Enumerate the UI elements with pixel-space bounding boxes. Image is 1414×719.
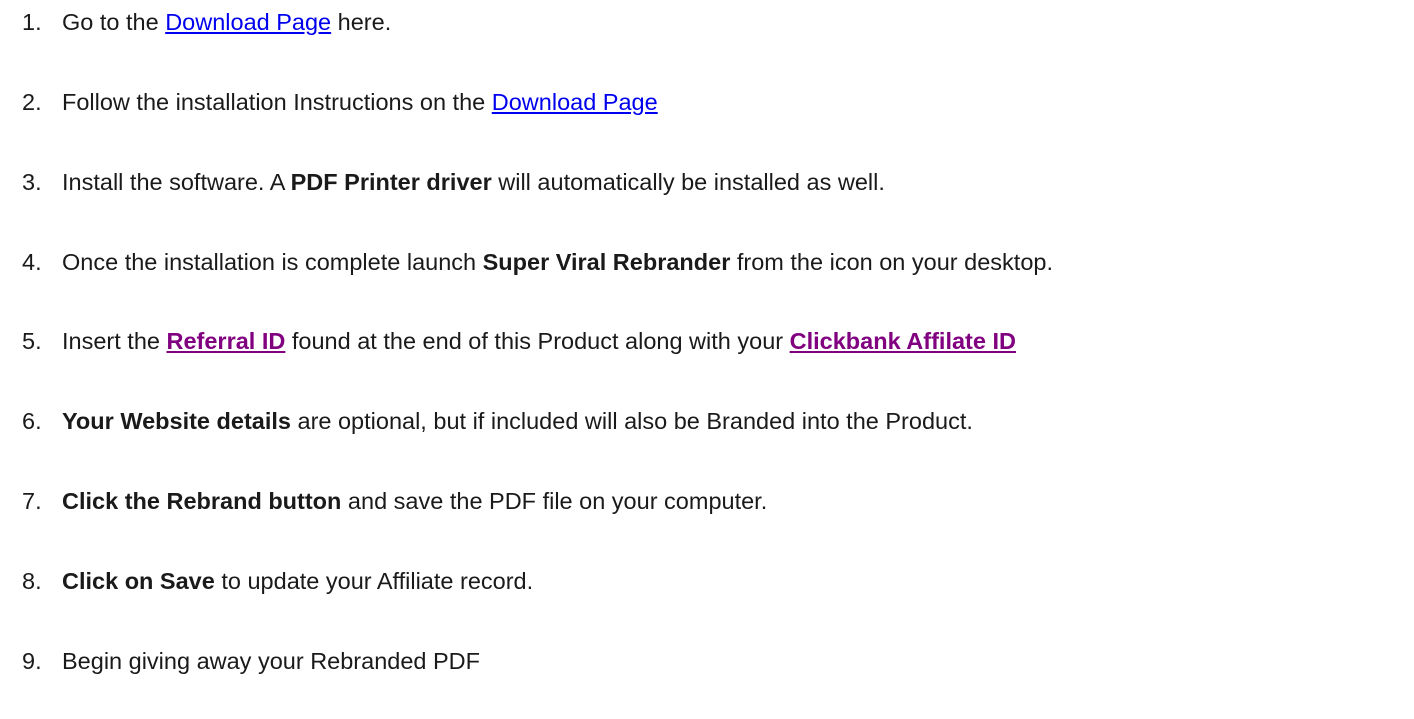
referral-id-link[interactable]: Referral ID xyxy=(167,328,286,354)
step-number: 5. xyxy=(22,328,42,354)
step-text: will automatically be installed as well. xyxy=(491,169,885,195)
step-5: 5. Insert the Referral ID found at the en… xyxy=(22,323,1016,359)
step-number: 9. xyxy=(22,648,42,674)
step-text: are optional, but if included will also … xyxy=(290,408,973,434)
step-emphasis: Super Viral Rebrander xyxy=(482,249,731,275)
step-3: 3. Install the software. A PDF Printer dr… xyxy=(22,164,885,200)
step-emphasis: Click the Rebrand button xyxy=(62,488,342,514)
step-emphasis: Your Website details xyxy=(62,408,291,434)
step-number: 1. xyxy=(22,9,42,35)
step-2: 2. Follow the installation Instructions o… xyxy=(22,84,658,120)
step-1: 1. Go to the Download Page here. xyxy=(22,4,391,40)
step-emphasis: PDF Printer driver xyxy=(290,169,492,195)
clickbank-affiliate-id-link[interactable]: Clickbank Affilate ID xyxy=(790,328,1016,354)
step-number: 2. xyxy=(22,89,42,115)
step-text: to update your Affiliate record. xyxy=(214,568,534,594)
download-page-link[interactable]: Download Page xyxy=(492,89,658,115)
step-9: 9. Begin giving away your Rebranded PDF xyxy=(22,643,480,679)
step-text: here. xyxy=(331,9,392,35)
download-page-link[interactable]: Download Page xyxy=(165,9,331,35)
step-number: 7. xyxy=(22,488,42,514)
step-number: 4. xyxy=(22,249,42,275)
step-number: 8. xyxy=(22,568,42,594)
step-text: Begin giving away your Rebranded PDF xyxy=(62,648,481,674)
step-text: Follow the installation Instructions on … xyxy=(62,89,492,115)
step-text: from the icon on your desktop. xyxy=(730,249,1053,275)
step-text: Once the installation is complete launch xyxy=(62,249,483,275)
step-emphasis: Click on Save xyxy=(62,568,215,594)
step-text: Install the software. A xyxy=(62,169,291,195)
step-text: Insert the xyxy=(62,328,167,354)
step-number: 3. xyxy=(22,169,42,195)
step-6: 6. Your Website details are optional, but… xyxy=(22,403,973,439)
step-text: Go to the xyxy=(62,9,166,35)
step-8: 8. Click on Save to update your Affiliate… xyxy=(22,563,533,599)
step-7: 7. Click the Rebrand button and save the … xyxy=(22,483,767,519)
step-number: 6. xyxy=(22,408,42,434)
step-text: and save the PDF file on your computer. xyxy=(341,488,768,514)
step-text: found at the end of this Product along w… xyxy=(285,328,790,354)
step-4: 4. Once the installation is complete laun… xyxy=(22,244,1053,280)
